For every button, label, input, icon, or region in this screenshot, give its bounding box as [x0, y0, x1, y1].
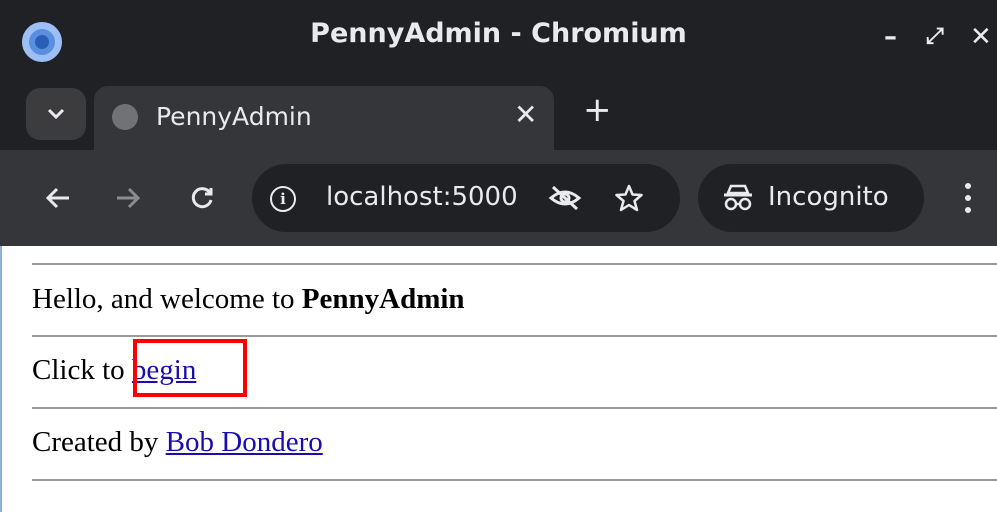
- divider: [32, 335, 997, 337]
- tab-close-button[interactable]: ✕: [514, 98, 537, 131]
- arrow-left-icon: [45, 187, 69, 209]
- title-bar: PennyAdmin - Chromium – ⤢ ✕: [0, 0, 997, 78]
- tab-strip: PennyAdmin ✕ +: [0, 78, 997, 150]
- incognito-label: Incognito: [768, 182, 889, 212]
- tab-search-button[interactable]: [26, 88, 86, 140]
- chevron-down-icon: [47, 108, 65, 120]
- toolbar: i localhost:5000 Incognito: [0, 150, 997, 246]
- url-text[interactable]: localhost:5000: [326, 182, 518, 212]
- close-window-button[interactable]: ✕: [970, 22, 992, 52]
- back-button[interactable]: [36, 176, 80, 220]
- maximize-button[interactable]: ⤢: [926, 22, 944, 52]
- divider: [32, 263, 997, 265]
- tab-title: PennyAdmin: [156, 102, 312, 131]
- eye-off-icon[interactable]: [548, 184, 582, 212]
- divider: [32, 479, 997, 481]
- tab-pennyadmin[interactable]: PennyAdmin ✕: [94, 86, 554, 150]
- page-content: Hello, and welcome to PennyAdmin Click t…: [0, 246, 997, 512]
- click-prefix: Click to: [32, 354, 132, 386]
- reload-icon: [191, 187, 213, 209]
- minimize-button[interactable]: –: [884, 22, 897, 52]
- incognito-badge[interactable]: Incognito: [698, 164, 924, 232]
- window-title: PennyAdmin - Chromium: [310, 18, 687, 49]
- created-prefix: Created by: [32, 426, 166, 458]
- forward-button[interactable]: [106, 176, 150, 220]
- created-by-text: Created by Bob Dondero: [32, 426, 323, 459]
- star-icon[interactable]: [614, 184, 644, 212]
- arrow-right-icon: [117, 187, 141, 209]
- author-link[interactable]: Bob Dondero: [166, 426, 323, 458]
- globe-icon: [112, 104, 138, 130]
- incognito-icon: [724, 184, 752, 211]
- kebab-menu-icon[interactable]: [958, 176, 978, 220]
- greeting-prefix: Hello, and welcome to: [32, 283, 302, 315]
- greeting-text: Hello, and welcome to PennyAdmin: [32, 283, 465, 316]
- info-icon[interactable]: i: [270, 186, 296, 212]
- address-bar[interactable]: i localhost:5000: [252, 164, 680, 232]
- highlight-box: [133, 339, 247, 397]
- reload-button[interactable]: [180, 176, 224, 220]
- divider: [32, 407, 997, 409]
- app-name: PennyAdmin: [301, 283, 465, 315]
- new-tab-button[interactable]: +: [583, 90, 612, 130]
